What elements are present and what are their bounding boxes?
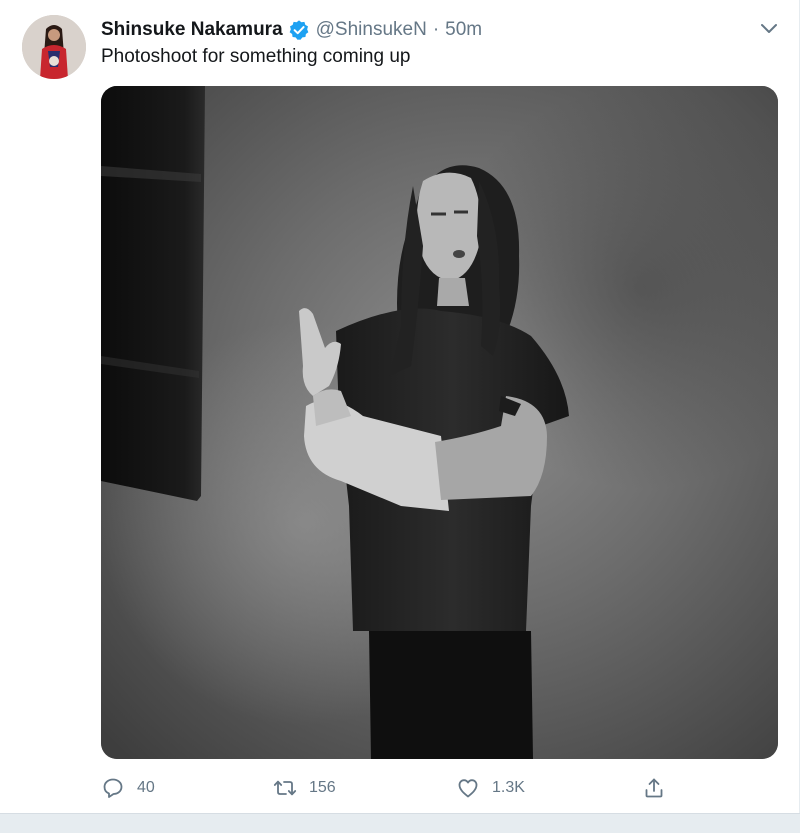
author-display-name[interactable]: Shinsuke Nakamura <box>101 19 283 41</box>
reply-button[interactable]: 40 <box>101 772 155 804</box>
author-avatar[interactable] <box>22 15 86 79</box>
verified-badge-icon <box>288 19 310 41</box>
tweet-timestamp[interactable]: 50m <box>445 19 482 41</box>
like-count: 1.3K <box>492 779 525 796</box>
header-separator: · <box>432 19 440 40</box>
profile-photo-icon <box>22 15 86 79</box>
retweet-button[interactable]: 156 <box>273 772 336 804</box>
chevron-down-icon[interactable] <box>757 16 781 40</box>
timeline-divider <box>0 813 800 833</box>
photo-image-icon <box>101 86 778 759</box>
share-button[interactable] <box>642 772 666 804</box>
tweet-header: Shinsuke Nakamura @ShinsukeN · 50m <box>101 14 482 46</box>
like-button[interactable]: 1.3K <box>456 772 525 804</box>
tweet-text: Photoshoot for something coming up <box>101 46 411 67</box>
heart-icon <box>458 779 478 798</box>
retweet-count: 156 <box>309 779 336 796</box>
share-icon <box>645 778 663 798</box>
tweet-actions: 40 156 1.3K <box>101 772 681 804</box>
retweet-icon <box>273 780 297 796</box>
reply-count: 40 <box>137 779 155 796</box>
tweet-media-photo[interactable] <box>101 86 778 759</box>
tweet-card[interactable]: Shinsuke Nakamura @ShinsukeN · 50m Photo… <box>0 0 800 813</box>
reply-icon <box>103 778 123 798</box>
page: Shinsuke Nakamura @ShinsukeN · 50m Photo… <box>0 0 800 833</box>
author-handle[interactable]: @ShinsukeN <box>316 19 427 41</box>
